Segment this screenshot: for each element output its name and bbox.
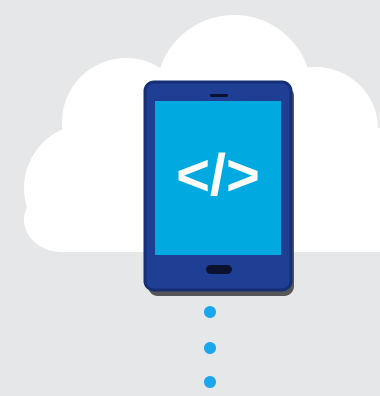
connector-dot [204,306,216,318]
connector-dot [204,342,216,354]
speaker-grille [210,94,228,97]
code-brackets-icon: </> [176,143,260,208]
connector-dot [204,376,216,388]
illustration-canvas: </> [0,0,380,396]
cloud-device-illustration: </> [0,0,380,396]
home-button [206,265,232,274]
